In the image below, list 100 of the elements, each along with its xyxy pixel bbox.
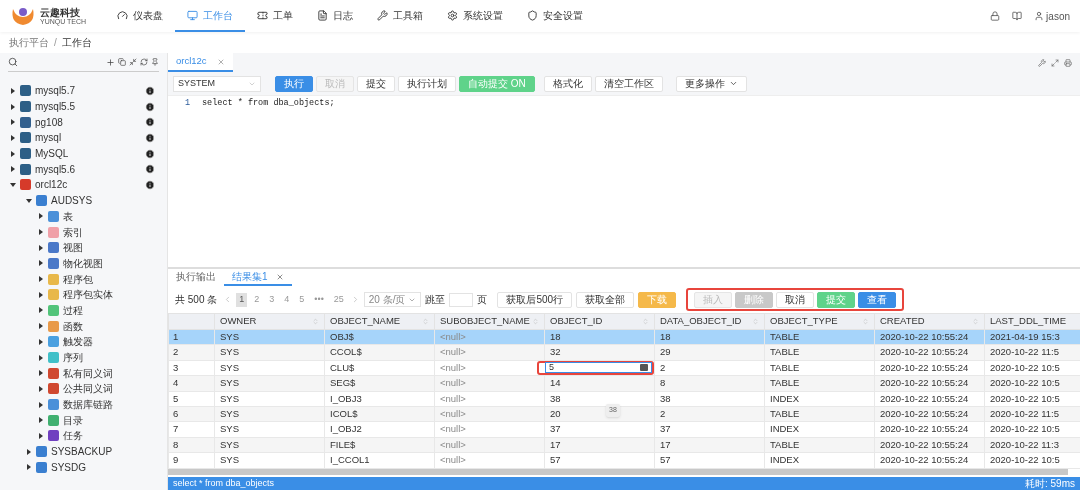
table-cell: <null> — [434, 391, 545, 407]
info-icon[interactable] — [145, 148, 155, 159]
close-icon[interactable] — [275, 272, 284, 281]
table-cell: 29 — [654, 344, 765, 361]
fullscreen-icon[interactable] — [1051, 58, 1059, 67]
toolbar-button[interactable]: 格式化 — [543, 75, 592, 92]
page-link[interactable]: 1 — [236, 292, 248, 307]
tree-item[interactable]: 物化视图 — [0, 255, 167, 272]
info-icon[interactable] — [145, 132, 155, 143]
add-icon[interactable] — [106, 57, 115, 67]
column-header[interactable]: OWNER — [214, 313, 325, 330]
tree-item[interactable]: 程序包 — [0, 271, 167, 287]
user-menu[interactable]: jason — [1034, 8, 1070, 24]
row-number: 5 — [168, 391, 215, 407]
tree-item[interactable]: mysql5.6 — [0, 161, 167, 178]
editor-tab[interactable]: orcl12c — [168, 53, 233, 72]
nav-tab[interactable]: 仪表盘 — [105, 0, 175, 32]
tree-item[interactable]: 数据库链路 — [0, 396, 167, 413]
column-header[interactable]: OBJECT_TYPE — [764, 313, 875, 330]
tree-item[interactable]: SYSDG — [0, 459, 167, 476]
result-tab[interactable]: 执行输出 — [168, 269, 224, 286]
horizontal-scrollbar[interactable] — [168, 468, 1068, 475]
column-header[interactable]: SUBOBJECT_NAME — [434, 313, 545, 330]
search-icon[interactable] — [8, 57, 18, 67]
info-icon[interactable] — [145, 117, 155, 128]
tree-item[interactable]: mysql5.5 — [0, 98, 167, 115]
tree-item[interactable]: 私有同义词 — [0, 365, 167, 382]
pin-icon[interactable] — [151, 58, 159, 66]
nav-tab[interactable]: 安全设置 — [515, 0, 595, 32]
tree-item[interactable]: 表 — [0, 208, 167, 225]
line-number: 1 — [183, 97, 190, 110]
nav-tab[interactable]: 工单 — [245, 0, 305, 32]
nav-tab[interactable]: 工作台 — [175, 0, 245, 32]
tree-label: pg108 — [35, 115, 64, 130]
table-cell: <null> — [434, 452, 545, 468]
refresh-icon[interactable] — [140, 58, 148, 66]
page-size-select[interactable]: 20 条/页 — [363, 292, 422, 307]
column-header[interactable]: DATA_OBJECT_ID — [654, 313, 765, 330]
nav-tab[interactable]: 工具箱 — [365, 0, 435, 32]
total-count: 共 500 条 — [175, 293, 218, 307]
breadcrumb-separator: / — [54, 36, 57, 50]
tree-item[interactable]: mysql — [0, 130, 167, 146]
tree-item[interactable]: 视图 — [0, 239, 167, 256]
breadcrumb-item[interactable]: 执行平台 — [9, 35, 49, 50]
toolbar-button[interactable]: 更多操作 — [675, 75, 747, 92]
tree-item[interactable]: 序列 — [0, 349, 167, 366]
cell-editor-field[interactable]: 5 — [545, 362, 652, 374]
tree-item[interactable]: SYSBACKUP — [0, 443, 167, 460]
tree-label: SYSBACKUP — [51, 445, 114, 460]
column-header[interactable]: OBJECT_NAME — [324, 313, 435, 330]
tree-item[interactable]: 函数 — [0, 318, 167, 334]
tree-item[interactable]: 任务 — [0, 428, 167, 444]
nav-tab[interactable]: 日志 — [305, 0, 365, 32]
tree-item[interactable]: 过程 — [0, 302, 167, 319]
page-number-field[interactable] — [449, 292, 474, 307]
tree-item[interactable]: 触发器 — [0, 334, 167, 350]
toolbar-button[interactable]: 获取全部 — [576, 291, 635, 308]
table-cell: 2 — [654, 360, 765, 376]
tree-item[interactable]: 索引 — [0, 224, 167, 240]
column-header[interactable]: OBJECT_ID — [544, 313, 655, 330]
tree-item[interactable]: orcl12c — [0, 177, 167, 193]
wrench-icon[interactable] — [1038, 58, 1046, 67]
toolbar-button[interactable]: 清空工作区 — [594, 75, 663, 92]
info-icon[interactable] — [145, 179, 155, 190]
shield-icon — [527, 9, 538, 21]
row-number: 1 — [168, 329, 215, 345]
collapse-icon[interactable] — [129, 58, 137, 66]
toolbar-button[interactable]: 执行计划 — [398, 75, 456, 92]
tree-item[interactable]: mysql5.7 — [0, 83, 167, 99]
table-cell: INDEX — [764, 421, 875, 438]
tree-item[interactable]: AUDSYS — [0, 192, 167, 209]
book-icon[interactable] — [1012, 11, 1023, 21]
tree-item[interactable]: 目录 — [0, 412, 167, 429]
logo-icon — [10, 5, 36, 27]
column-header[interactable]: CREATED — [874, 313, 985, 330]
lock-icon[interactable] — [990, 11, 1001, 21]
column-header[interactable]: LAST_DDL_TIME — [984, 313, 1080, 330]
info-icon[interactable] — [145, 101, 155, 112]
table-cell: TABLE — [764, 375, 875, 392]
toolbar-button[interactable]: 取消 — [776, 291, 815, 308]
table-cell: 2020-10-22 10:55:24 — [874, 437, 985, 453]
table-cell: FILE$ — [324, 437, 435, 453]
row-number: 6 — [168, 406, 215, 422]
toolbar-button[interactable]: 提交 — [357, 75, 395, 92]
tree-item[interactable]: MySQL — [0, 145, 167, 162]
row-number: 7 — [168, 421, 215, 438]
table-cell: <null> — [434, 329, 545, 345]
tree-item[interactable]: 公共同义词 — [0, 381, 167, 397]
tree-item[interactable]: pg108 — [0, 114, 167, 131]
table-cell: 2020-10-22 10:55:24 — [874, 344, 985, 361]
tree-item[interactable]: 程序包实体 — [0, 286, 167, 303]
tree-label: 任务 — [63, 429, 84, 444]
null-icon[interactable] — [640, 364, 648, 372]
toolbar-button[interactable]: 获取后500行 — [497, 291, 573, 308]
table-cell: SYS — [214, 391, 325, 407]
nav-tab[interactable]: 系统设置 — [435, 0, 515, 32]
info-icon[interactable] — [145, 164, 155, 175]
info-icon[interactable] — [145, 85, 155, 96]
copy-icon[interactable] — [118, 58, 126, 66]
schema-select[interactable]: SYSTEM — [173, 75, 261, 92]
